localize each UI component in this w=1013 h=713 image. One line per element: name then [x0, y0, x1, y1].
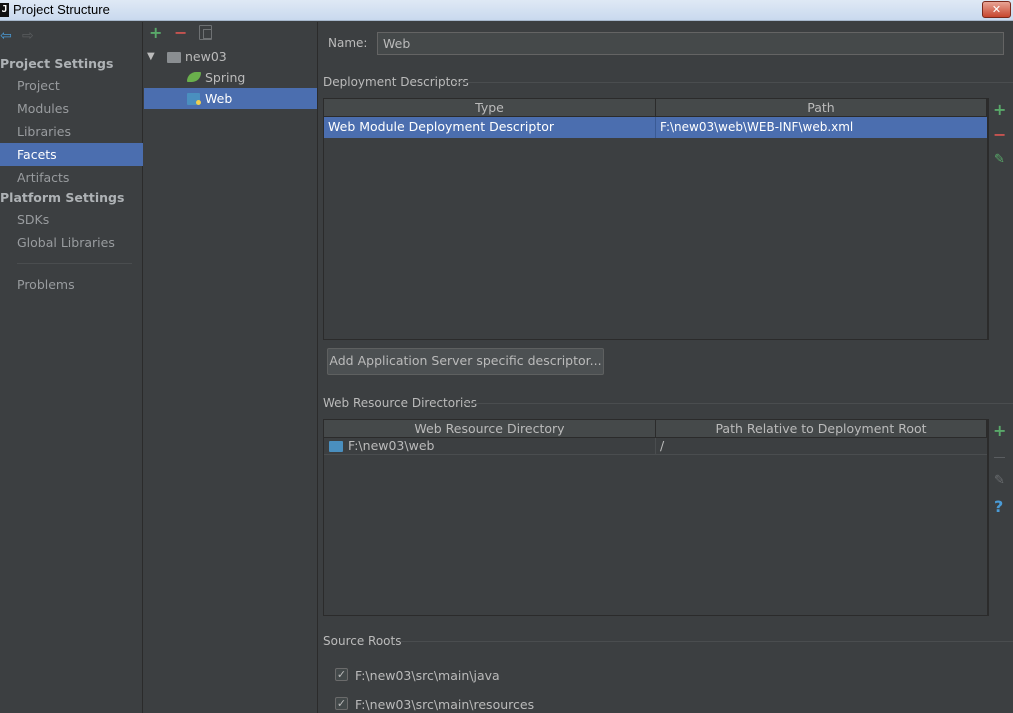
remove-web-resource-icon[interactable]: [994, 457, 1005, 458]
nav-separator: [17, 263, 132, 264]
facets-tree-panel: [144, 22, 318, 713]
edit-pencil-icon[interactable]: ✎: [994, 153, 1005, 166]
nav-item-global-libraries[interactable]: Global Libraries: [0, 231, 143, 254]
close-window-button[interactable]: ✕: [982, 1, 1011, 18]
add-descriptor-icon[interactable]: +: [993, 102, 1006, 118]
source-roots-title: Source Roots: [323, 634, 402, 648]
facet-name-input[interactable]: Web: [377, 32, 1004, 55]
group-divider: [400, 641, 1013, 642]
nav-item-project[interactable]: Project: [0, 74, 143, 97]
help-icon[interactable]: ?: [994, 499, 1003, 515]
descriptor-type-cell: Web Module Deployment Descriptor: [328, 119, 555, 134]
add-app-server-descriptor-button[interactable]: Add Application Server specific descript…: [327, 348, 604, 375]
web-globe-badge-icon: [196, 100, 201, 105]
back-arrow-icon[interactable]: ⇦: [0, 29, 14, 43]
relative-path-cell: /: [660, 438, 665, 453]
nav-item-libraries[interactable]: Libraries: [0, 120, 143, 143]
nav-item-artifacts[interactable]: Artifacts: [0, 166, 143, 189]
add-facet-icon[interactable]: +: [149, 25, 162, 41]
nav-item-sdks[interactable]: SDKs: [0, 208, 143, 231]
deployment-descriptors-title: Deployment Descriptors: [323, 75, 469, 89]
web-folder-icon: [329, 441, 343, 452]
edit-pencil-icon[interactable]: ✎: [994, 474, 1005, 487]
source-root-checkbox[interactable]: ✓: [335, 697, 348, 710]
nav-item-problems[interactable]: Problems: [0, 273, 143, 296]
group-divider: [463, 403, 1013, 404]
expand-arrow-icon[interactable]: ▼: [147, 51, 155, 62]
tree-item-web[interactable]: Web: [205, 88, 232, 109]
web-resource-directories-title: Web Resource Directories: [323, 396, 477, 410]
source-root-resources-label: F:\new03\src\main\resources: [355, 697, 535, 712]
nav-item-modules[interactable]: Modules: [0, 97, 143, 120]
tree-item-spring[interactable]: Spring: [205, 67, 245, 88]
add-web-resource-icon[interactable]: +: [993, 423, 1006, 439]
source-root-java-label: F:\new03\src\main\java: [355, 668, 500, 683]
copy-icon[interactable]: [199, 25, 212, 40]
platform-settings-header: Platform Settings: [0, 190, 125, 205]
title-bar: [0, 0, 1013, 21]
intellij-app-icon: J: [0, 3, 9, 17]
window-title: Project Structure: [13, 2, 110, 17]
module-folder-icon: [167, 52, 181, 63]
remove-facet-icon[interactable]: −: [174, 25, 187, 41]
remove-descriptor-icon[interactable]: −: [993, 127, 1006, 143]
group-divider: [455, 82, 1013, 83]
tree-item-new03[interactable]: new03: [185, 46, 227, 67]
nav-item-facets[interactable]: Facets: [0, 143, 143, 166]
descriptor-path-cell: F:\new03\web\WEB-INF\web.xml: [660, 120, 854, 134]
column-header-type[interactable]: Type: [324, 99, 656, 117]
name-label: Name:: [328, 36, 368, 50]
project-settings-header: Project Settings: [0, 56, 114, 71]
column-header-path[interactable]: Path: [656, 99, 987, 117]
web-resource-dir-cell: F:\new03\web: [348, 438, 435, 453]
web-resource-toolbar: [988, 419, 1013, 616]
forward-arrow-icon[interactable]: ⇨: [22, 29, 36, 43]
source-root-checkbox[interactable]: ✓: [335, 668, 348, 681]
